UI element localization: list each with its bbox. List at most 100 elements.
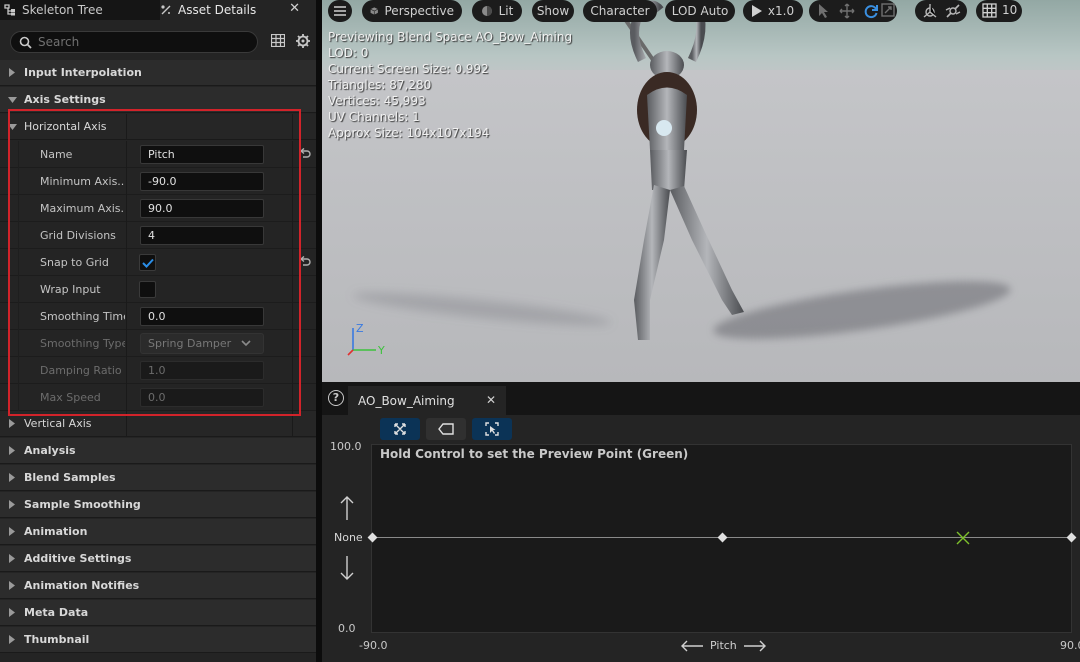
wrap-input-checkbox[interactable] [139, 281, 156, 298]
viewport-menu-button[interactable] [328, 0, 352, 22]
tab-ao-bow-aiming[interactable]: AO_Bow_Aiming ✕ [348, 386, 506, 415]
move-arrows-icon[interactable] [839, 3, 855, 19]
gizmo-y-label: Y [377, 344, 385, 357]
snap-to-grid-checkbox[interactable] [139, 254, 156, 271]
axis-name-field[interactable]: Pitch [140, 145, 264, 164]
category-axis-settings[interactable]: Axis Settings [0, 87, 316, 113]
category-input-interpolation[interactable]: Input Interpolation [0, 60, 316, 86]
property-label: Smoothing Type [40, 337, 125, 350]
lit-button[interactable]: Lit [472, 0, 522, 22]
fit-to-view-button[interactable] [472, 418, 512, 440]
property-label: Wrap Input [40, 283, 101, 296]
local-space-icon[interactable] [922, 3, 938, 19]
property-label: Grid Divisions [40, 229, 116, 242]
category-animation[interactable]: Animation [0, 519, 316, 545]
transform-tools-group [809, 0, 897, 22]
expand-arrow-icon [0, 68, 24, 77]
property-row-name: Name Pitch [0, 141, 316, 168]
perspective-button[interactable]: Perspective [362, 0, 462, 22]
category-thumbnail[interactable]: Thumbnail [0, 627, 316, 653]
character-button[interactable]: Character [583, 0, 657, 22]
rotate-icon[interactable] [863, 3, 879, 19]
grid-size-value: 10 [1002, 3, 1018, 17]
lod-button[interactable]: LOD Auto [665, 0, 735, 22]
chevron-down-icon [241, 340, 251, 347]
reset-to-default-icon[interactable] [299, 256, 311, 268]
reset-to-default-icon[interactable] [299, 148, 311, 160]
category-additive-settings[interactable]: Additive Settings [0, 546, 316, 572]
tab-skeleton-tree-label: Skeleton Tree [22, 3, 103, 17]
close-tab-icon[interactable]: ✕ [486, 393, 496, 407]
perspective-cube-icon [370, 7, 379, 15]
category-label: Animation Notifies [24, 579, 140, 592]
category-animation-notifies[interactable]: Animation Notifies [0, 573, 316, 599]
stats-line: Triangles: 87,280 [328, 78, 432, 92]
expand-arrow-icon [0, 500, 24, 509]
viewport-stats-overlay: Previewing Blend Space AO_Bow_Aiming LOD… [328, 29, 572, 141]
category-label: Meta Data [24, 606, 89, 619]
show-labels-button[interactable] [426, 418, 466, 440]
panel-tab-bar: Skeleton Tree Asset Details ✕ [0, 0, 318, 20]
playback-speed-button[interactable]: x1.0 [743, 0, 803, 22]
property-label: Damping Ratio [40, 364, 122, 377]
tab-asset-details-label: Asset Details [178, 3, 257, 17]
asset-details-icon [161, 5, 171, 15]
help-icon[interactable]: ? [328, 390, 344, 406]
collapse-arrow-icon [0, 123, 24, 130]
tab-asset-details[interactable]: Asset Details ✕ [160, 0, 318, 20]
category-meta-data[interactable]: Meta Data [0, 600, 316, 626]
sample-point[interactable] [717, 532, 728, 543]
expand-arrow-icon [0, 554, 24, 563]
blend-space-grid[interactable]: Hold Control to set the Preview Point (G… [367, 444, 1077, 633]
scale-icon[interactable] [881, 3, 895, 17]
play-icon [751, 5, 762, 17]
grid-snap-icon [982, 3, 997, 18]
maximum-axis-value-field[interactable]: 90.0 [140, 199, 264, 218]
preview-viewport[interactable]: Perspective Lit Show Character LOD Auto … [322, 0, 1080, 382]
perspective-label: Perspective [384, 4, 455, 18]
category-blend-samples[interactable]: Blend Samples [0, 465, 316, 491]
select-cursor-icon[interactable] [817, 3, 831, 19]
show-label: Show [536, 4, 570, 18]
show-button[interactable]: Show [532, 0, 574, 22]
category-label: Horizontal Axis [24, 120, 107, 133]
gear-icon[interactable] [295, 33, 311, 49]
search-box[interactable] [10, 31, 258, 53]
x-axis-name: Pitch [674, 639, 773, 652]
category-label: Input Interpolation [24, 66, 142, 79]
grid-snap-group[interactable]: 10 [976, 0, 1022, 22]
skeleton-tree-icon [4, 4, 15, 16]
property-label: Max Speed [40, 391, 101, 404]
y-axis-min-label: 0.0 [338, 622, 356, 635]
arrow-left-icon [681, 640, 703, 651]
category-sample-smoothing[interactable]: Sample Smoothing [0, 492, 316, 518]
property-row-grid-divisions: Grid Divisions 4 [0, 222, 316, 249]
collapse-arrow-icon [0, 96, 24, 103]
blend-space-editor: ? AO_Bow_Aiming ✕ Hold Control to set th… [322, 382, 1080, 662]
subcategory-horizontal-axis[interactable]: Horizontal Axis [0, 114, 316, 140]
category-analysis[interactable]: Analysis [0, 438, 316, 464]
stats-line: LOD: 0 [328, 46, 369, 60]
property-label: Smoothing Time [40, 310, 125, 323]
tab-skeleton-tree[interactable]: Skeleton Tree [4, 0, 154, 20]
checkmark-icon [141, 258, 154, 268]
smoothing-type-dropdown[interactable]: Spring Damper [140, 333, 264, 354]
smoothing-time-field[interactable]: 0.0 [140, 307, 264, 326]
subcategory-vertical-axis[interactable]: Vertical Axis [0, 411, 316, 437]
show-triangulation-button[interactable] [380, 418, 420, 440]
dropdown-value: Spring Damper [148, 337, 232, 350]
label-tag-icon [438, 423, 454, 435]
property-matrix-icon[interactable] [271, 34, 285, 47]
preview-point-marker[interactable] [956, 531, 970, 545]
search-input[interactable] [38, 35, 238, 49]
sample-point[interactable] [367, 532, 378, 543]
close-tab-icon[interactable]: ✕ [289, 1, 300, 16]
sample-point[interactable] [1066, 532, 1077, 543]
property-label: Snap to Grid [40, 256, 109, 269]
category-label: Additive Settings [24, 552, 132, 565]
grid-divisions-field[interactable]: 4 [140, 226, 264, 245]
category-label: Sample Smoothing [24, 498, 141, 511]
surface-snap-icon[interactable] [945, 3, 961, 19]
minimum-axis-value-field[interactable]: -90.0 [140, 172, 264, 191]
x-axis-name-label: Pitch [710, 639, 737, 652]
